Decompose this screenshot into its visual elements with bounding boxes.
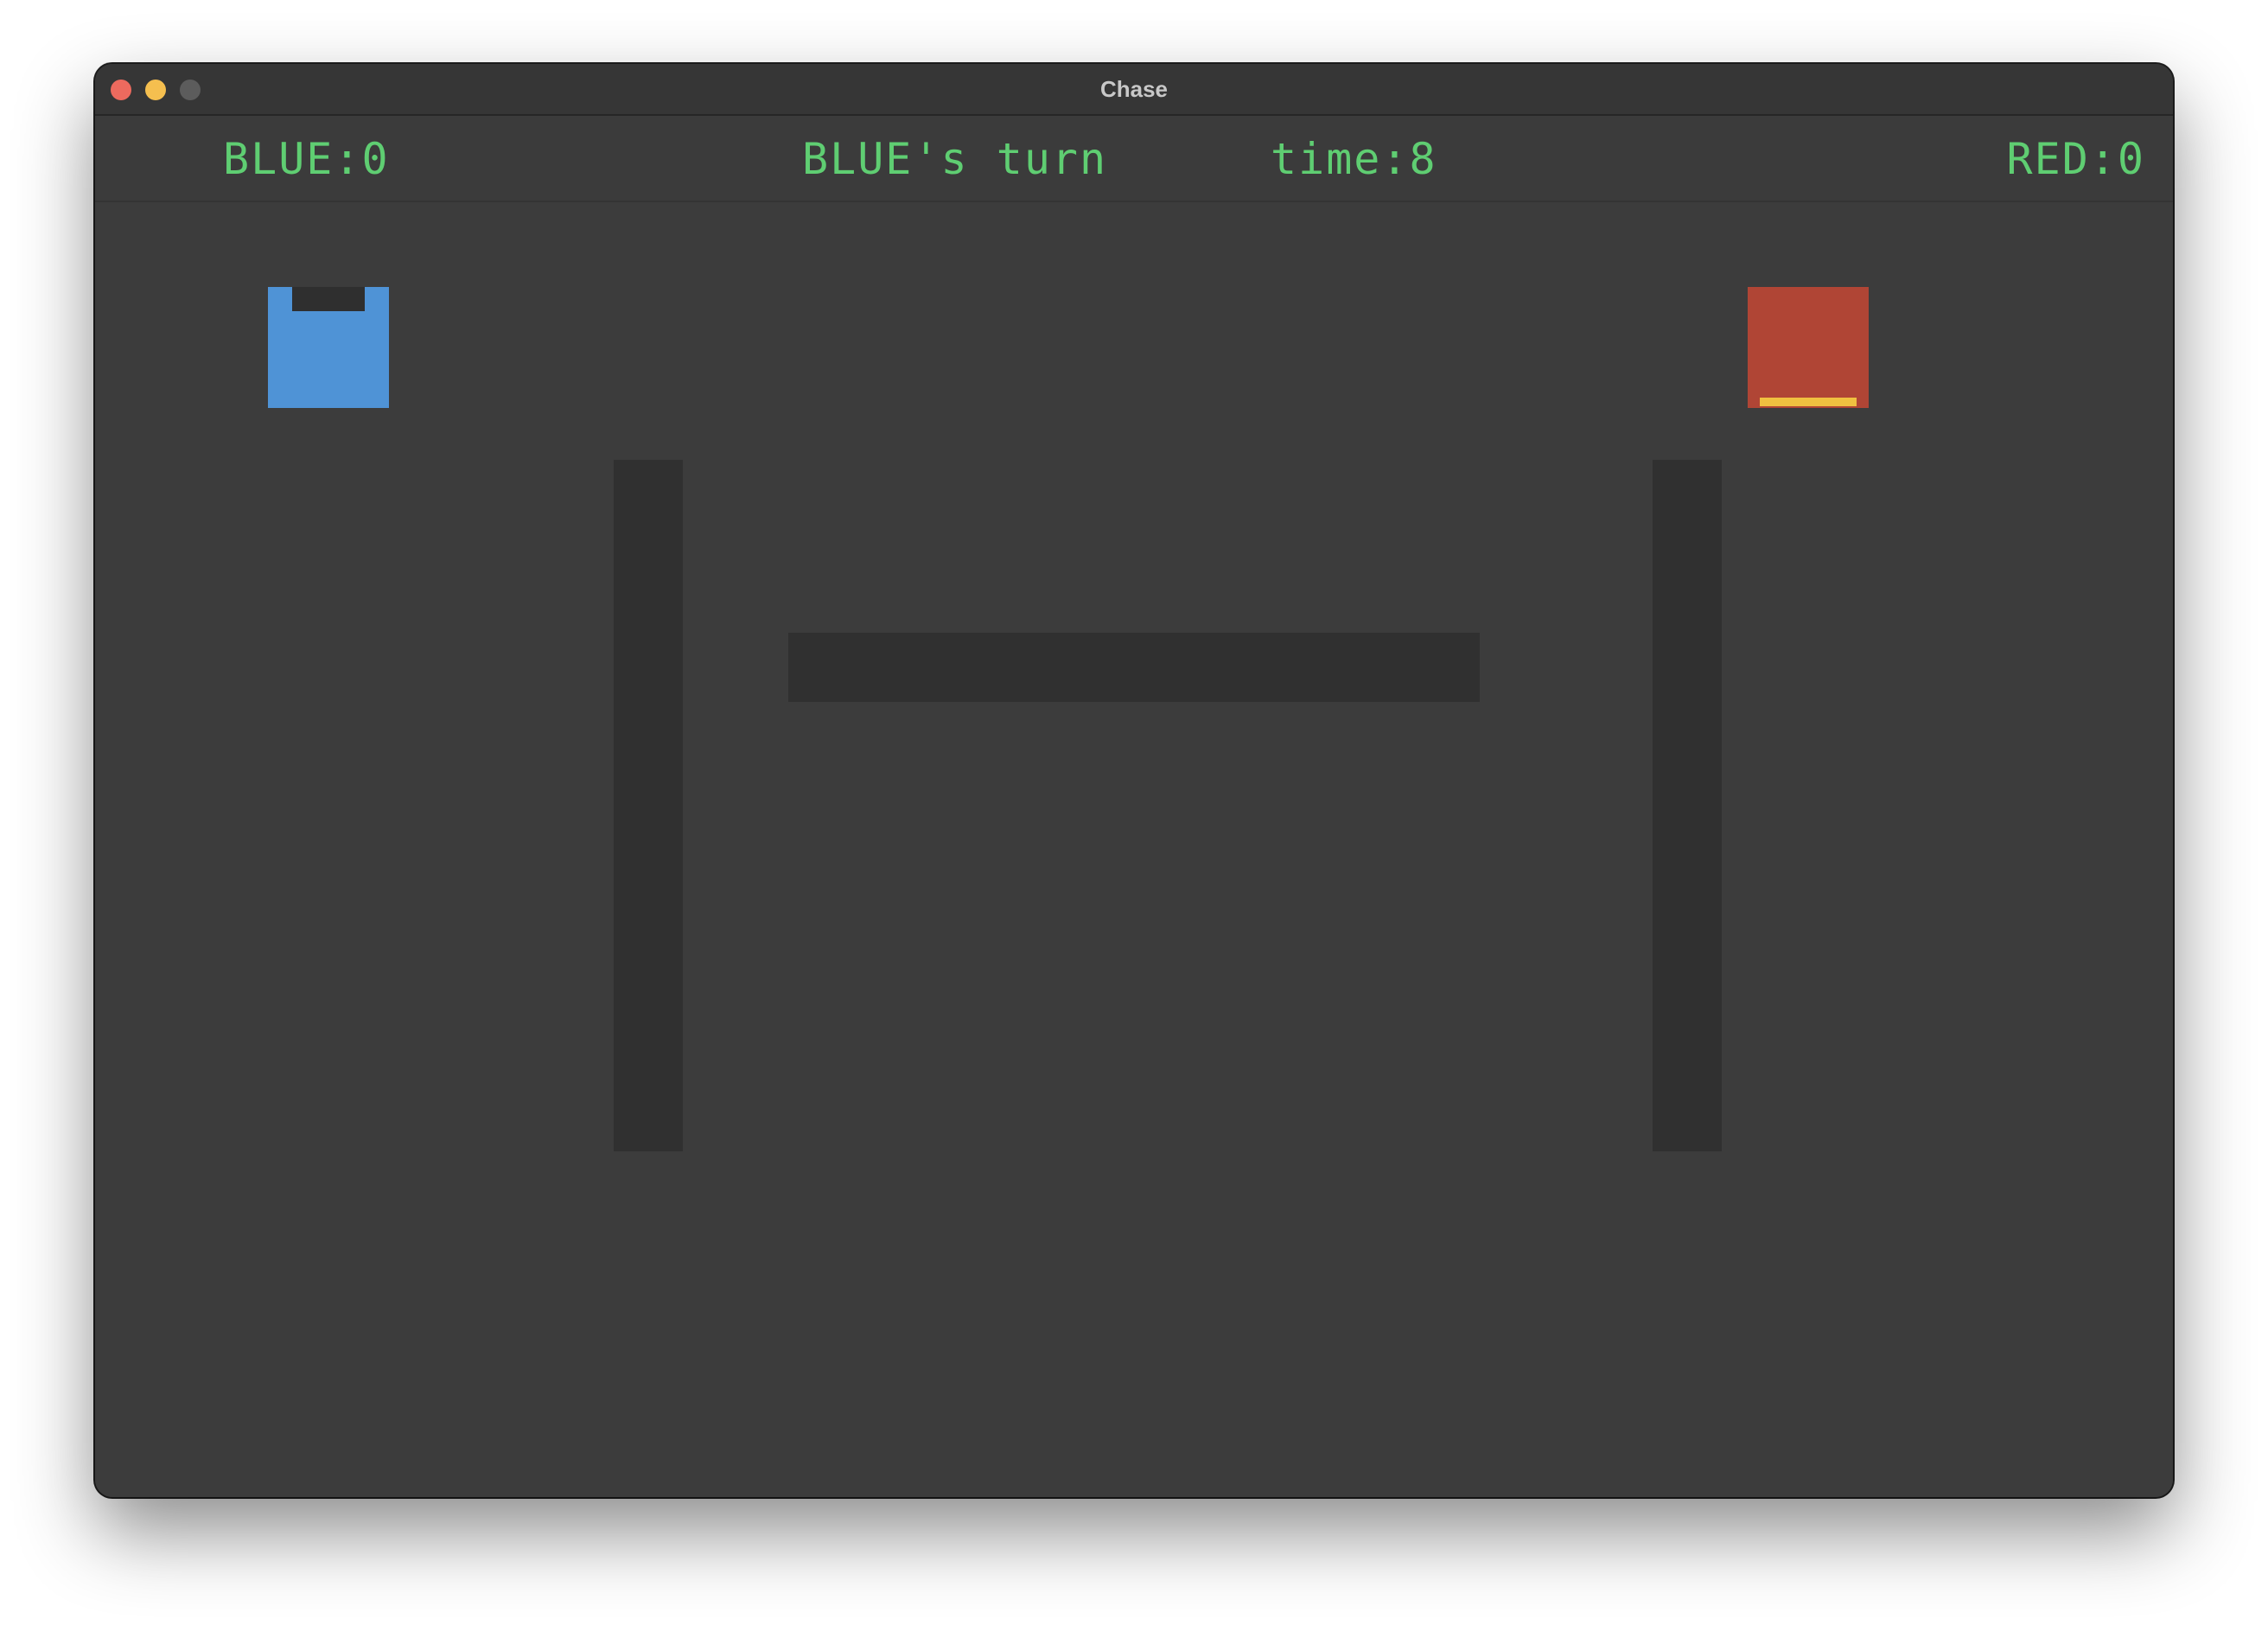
wall-right [1653,460,1722,1151]
red-score: RED:0 [2006,134,2145,184]
blue-player-facing-marker [292,287,365,311]
wall-left [614,460,683,1151]
app-window: Chase BLUE:0 BLUE's turn time:8 RED:0 [95,64,2173,1497]
wall-center [788,633,1480,702]
red-player [1748,287,1869,408]
window-title: Chase [1099,76,1169,102]
game-field[interactable] [95,202,2173,1497]
screen: Chase BLUE:0 BLUE's turn time:8 RED:0 [0,0,2268,1625]
turn-timer: time:8 [1271,134,1437,184]
score-bar: BLUE:0 BLUE's turn time:8 RED:0 [95,116,2173,202]
blue-score: BLUE:0 [223,134,390,184]
turn-indicator: BLUE's turn [802,134,1108,184]
title-bar[interactable]: Chase [95,64,2173,116]
red-player-facing-marker [1760,398,1857,406]
red-player-body [1748,287,1869,408]
blue-player [268,287,389,408]
